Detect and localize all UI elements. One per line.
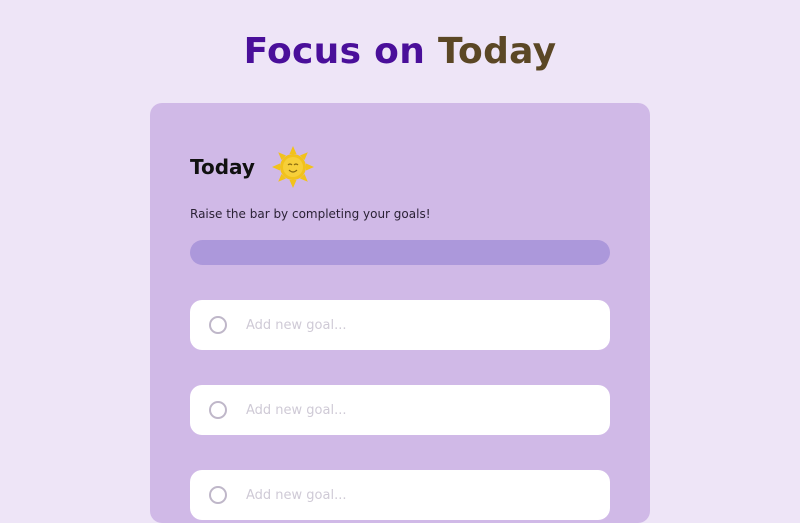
goal-input[interactable] bbox=[244, 486, 588, 504]
goal-checkbox[interactable] bbox=[209, 401, 227, 419]
goal-item bbox=[190, 470, 610, 520]
page-title-part1: Focus on bbox=[243, 31, 426, 72]
progress-bar bbox=[190, 240, 610, 265]
goal-checkbox[interactable] bbox=[209, 486, 227, 504]
goal-item bbox=[190, 385, 610, 435]
goal-item bbox=[190, 300, 610, 350]
goal-input[interactable] bbox=[244, 401, 588, 419]
sun-icon bbox=[271, 146, 314, 188]
goal-input[interactable] bbox=[244, 316, 588, 334]
page-title-part2: Today bbox=[437, 31, 557, 72]
card-subtitle: Raise the bar by completing your goals! bbox=[190, 207, 431, 221]
goal-checkbox[interactable] bbox=[209, 316, 227, 334]
card-header: Today bbox=[190, 145, 315, 189]
page-title: Focus on Today bbox=[0, 28, 800, 76]
goals-card: Today Raise the bar by completing your g… bbox=[150, 103, 650, 523]
card-title: Today bbox=[190, 155, 255, 179]
